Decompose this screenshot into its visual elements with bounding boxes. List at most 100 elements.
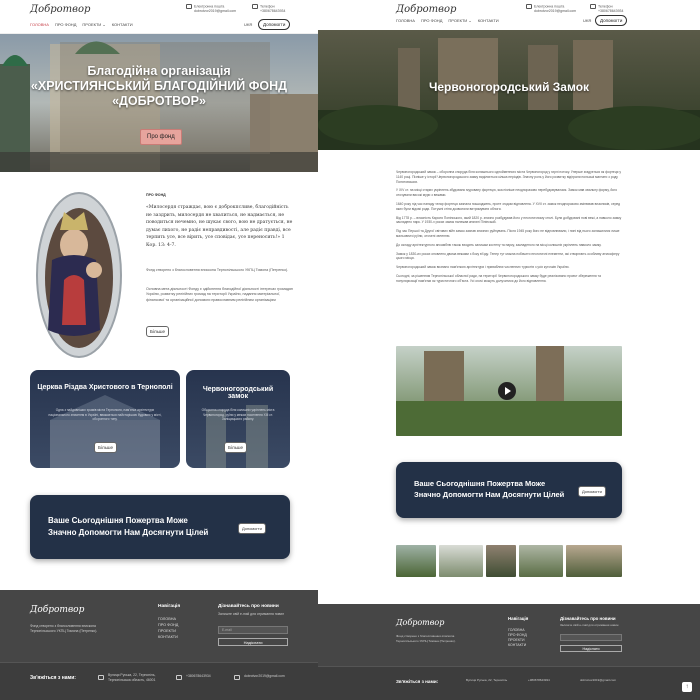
- header-phone[interactable]: Телефон +380678643934: [590, 4, 623, 14]
- contact-email[interactable]: dobrotvor2019@gmail.com: [244, 674, 285, 679]
- article-paragraph: 1640 року під час нападу татар фортеця з…: [396, 201, 621, 211]
- card-more-button[interactable]: Більше: [224, 442, 248, 453]
- card-more-button[interactable]: Більше: [94, 442, 118, 453]
- donate-box: Ваше Сьогоднішня Пожертва Може Значно До…: [30, 495, 290, 559]
- header: Добротвор Електронна пошта dobrotvor2019…: [318, 0, 700, 34]
- footer: Добротвор Фонд створено з благословення …: [0, 590, 318, 700]
- footer: Добротвор Фонд створено з благословення …: [318, 604, 700, 700]
- card-text: Оборонна споруда біля колишніх укріплень…: [201, 408, 275, 422]
- about-fund-button[interactable]: Про фонд: [140, 129, 182, 145]
- newsletter-submit-button[interactable]: Надіслати: [218, 638, 288, 646]
- hero-banner: Благодійна організація «ХРИСТИЯНСЬКИЙ БЛ…: [0, 34, 318, 172]
- castle-video[interactable]: [396, 346, 622, 436]
- phone-icon: [590, 4, 596, 9]
- footer-nav-title: Навігація: [158, 604, 181, 609]
- castle-article: Червоногородський замок – оборонна спору…: [396, 170, 622, 288]
- newsletter-email-input[interactable]: E-mail: [218, 626, 288, 634]
- article-paragraph: Сьогодні, за рішенням Тернопільської обл…: [396, 273, 601, 283]
- phone-icon: [252, 4, 258, 9]
- newsletter-text: Залиште свій e-mail для отримання новин: [218, 612, 285, 616]
- newsletter-submit-button[interactable]: Надіслати: [560, 645, 622, 652]
- footer-contact-bar: Зв'яжіться з нами: Вулиця Руська, 22, Те…: [318, 666, 700, 700]
- logo[interactable]: Добротвор: [396, 4, 456, 15]
- main-nav: ГОЛОВНА ПРО ФОНД ПРОЕКТИ ⌄ КОНТАКТИ: [396, 18, 499, 23]
- mail-icon: [186, 4, 192, 9]
- footer-nav-contacts[interactable]: КОНТАКТИ: [158, 634, 178, 640]
- location-icon: [98, 675, 104, 680]
- mail-icon: [526, 4, 532, 9]
- gallery-photo[interactable]: [486, 545, 516, 577]
- nav-home[interactable]: ГОЛОВНА: [30, 22, 49, 27]
- language-switch[interactable]: UKR: [583, 18, 591, 23]
- contact-title: Зв'яжіться з нами:: [396, 679, 439, 684]
- nav-home[interactable]: ГОЛОВНА: [396, 18, 415, 23]
- nav-about[interactable]: ПРО ФОНД: [421, 18, 442, 23]
- castle-title: Червоногородський Замок: [428, 80, 590, 94]
- donate-box-text: Ваше Сьогоднішня Пожертва Може Значно До…: [414, 479, 565, 499]
- nav-contacts[interactable]: КОНТАКТИ: [112, 22, 133, 27]
- footer-contact-bar: Зв'яжіться з нами: Вулиця Руська, 22, Те…: [0, 662, 318, 700]
- header: Добротвор Електронна пошта dobrotvor2019…: [0, 0, 318, 34]
- castle-hero: Червоногородський Замок: [318, 30, 700, 150]
- header-email[interactable]: Електронна пошта dobrotvor2019@gmail.com: [526, 4, 576, 14]
- article-paragraph: Червоногородський замок визнано пам'ятко…: [396, 265, 570, 270]
- hero-title: Благодійна організація «ХРИСТИЯНСЬКИЙ БЛ…: [30, 64, 288, 108]
- about-text-1: Фонд створено з благословення єпископа Т…: [146, 268, 289, 272]
- gallery-photo[interactable]: [566, 545, 622, 577]
- footer-logo[interactable]: Добротвор: [396, 618, 444, 627]
- article-paragraph: У XIV ст. на місці старих укріплень збуд…: [396, 188, 618, 198]
- footer-description: Фонд створено з благословення єпископа Т…: [396, 634, 456, 643]
- contact-email[interactable]: dobrotvor2019@gmail.com: [580, 678, 616, 683]
- nav-about[interactable]: ПРО ФОНД: [55, 22, 76, 27]
- contact-phone[interactable]: +380678643934: [186, 674, 211, 679]
- project-card-church[interactable]: Церква Різдва Христового в Тернополі Одн…: [30, 370, 180, 468]
- newsletter-title: Дізнавайтесь про новини: [560, 616, 616, 621]
- about-more-button[interactable]: Більше: [146, 326, 170, 337]
- article-paragraph: Від 1778 р. – власність Кароля Понінсько…: [396, 215, 622, 225]
- article-paragraph: Замок у 1830-их роках оновлено двома веж…: [396, 251, 620, 261]
- donate-box-button[interactable]: Допомогти: [238, 523, 266, 534]
- footer-nav-contacts[interactable]: КОНТАКТИ: [508, 643, 527, 648]
- footer-description: Фонд створено з благословення єпископа Т…: [30, 624, 98, 633]
- card-text: Одна з найдавніших храмів міста Тернопол…: [48, 408, 162, 422]
- newsletter-email-input[interactable]: [560, 634, 622, 641]
- article-paragraph: Під час Першої та Другої світових війн з…: [396, 229, 620, 238]
- main-nav: ГОЛОВНА ПРО ФОНД ПРОЕКТИ ⌄ КОНТАКТИ: [30, 22, 133, 27]
- project-card-castle[interactable]: Червоногородський замок Оборонна споруда…: [186, 370, 290, 468]
- contact-phone[interactable]: +380678643934: [528, 678, 550, 683]
- article-paragraph: До складу архітектурного ансамблю також …: [396, 242, 602, 247]
- gallery-photo[interactable]: [439, 545, 483, 577]
- gallery-photo[interactable]: [396, 545, 436, 577]
- footer-logo[interactable]: Добротвор: [30, 605, 84, 615]
- about-text-2: Основна мета діяльності Фонду є здійснен…: [146, 287, 293, 302]
- donate-button[interactable]: Допомогти: [595, 15, 628, 26]
- card-title: Церква Різдва Христового в Тернополі: [37, 384, 173, 391]
- footer-nav: ГОЛОВНА ПРО ФОНД ПРОЕКТИ КОНТАКТИ: [508, 628, 527, 648]
- castle-page: Добротвор Електронна пошта dobrotvor2019…: [318, 0, 700, 700]
- article-paragraph: Червоногородський замок – оборонна спору…: [396, 170, 621, 184]
- footer-nav-title: Навігація: [508, 616, 529, 621]
- play-icon[interactable]: [498, 382, 516, 400]
- phone-icon: [176, 675, 182, 680]
- about-quote: «Милосердя страждає, вою є доброкпсливе,…: [146, 205, 293, 248]
- newsletter-title: Дізнавайтесь про новини: [218, 604, 279, 609]
- contact-title: Зв'яжіться з нами:: [30, 675, 76, 681]
- donate-box-text: Ваше Сьогоднішня Пожертва Може Значно До…: [48, 516, 209, 537]
- nav-projects[interactable]: ПРОЕКТИ ⌄: [82, 22, 105, 27]
- donate-box: Ваше Сьогоднішня Пожертва Може Значно До…: [396, 462, 622, 518]
- about-heading: ПРО ФОНД: [146, 193, 166, 197]
- gallery-photo[interactable]: [519, 545, 563, 577]
- logo[interactable]: Добротвор: [30, 4, 90, 15]
- card-title: Червоногородський замок: [202, 386, 274, 400]
- header-email[interactable]: Електронна пошта dobrotvor2019@gmail.com: [186, 4, 236, 14]
- header-phone[interactable]: Телефон +380678643934: [252, 4, 285, 14]
- donate-button[interactable]: Допомогти: [258, 19, 291, 30]
- language-switch[interactable]: UKR: [244, 22, 252, 27]
- icon-image: [36, 192, 122, 358]
- donate-box-button[interactable]: Допомогти: [578, 486, 606, 497]
- nav-projects[interactable]: ПРОЕКТИ ⌄: [448, 18, 471, 23]
- mail-icon: [234, 675, 240, 680]
- nav-contacts[interactable]: КОНТАКТИ: [478, 18, 499, 23]
- scroll-to-top-button[interactable]: ↑: [682, 682, 692, 692]
- newsletter-text: Залиште свій e-mail для отримання новин: [560, 623, 619, 627]
